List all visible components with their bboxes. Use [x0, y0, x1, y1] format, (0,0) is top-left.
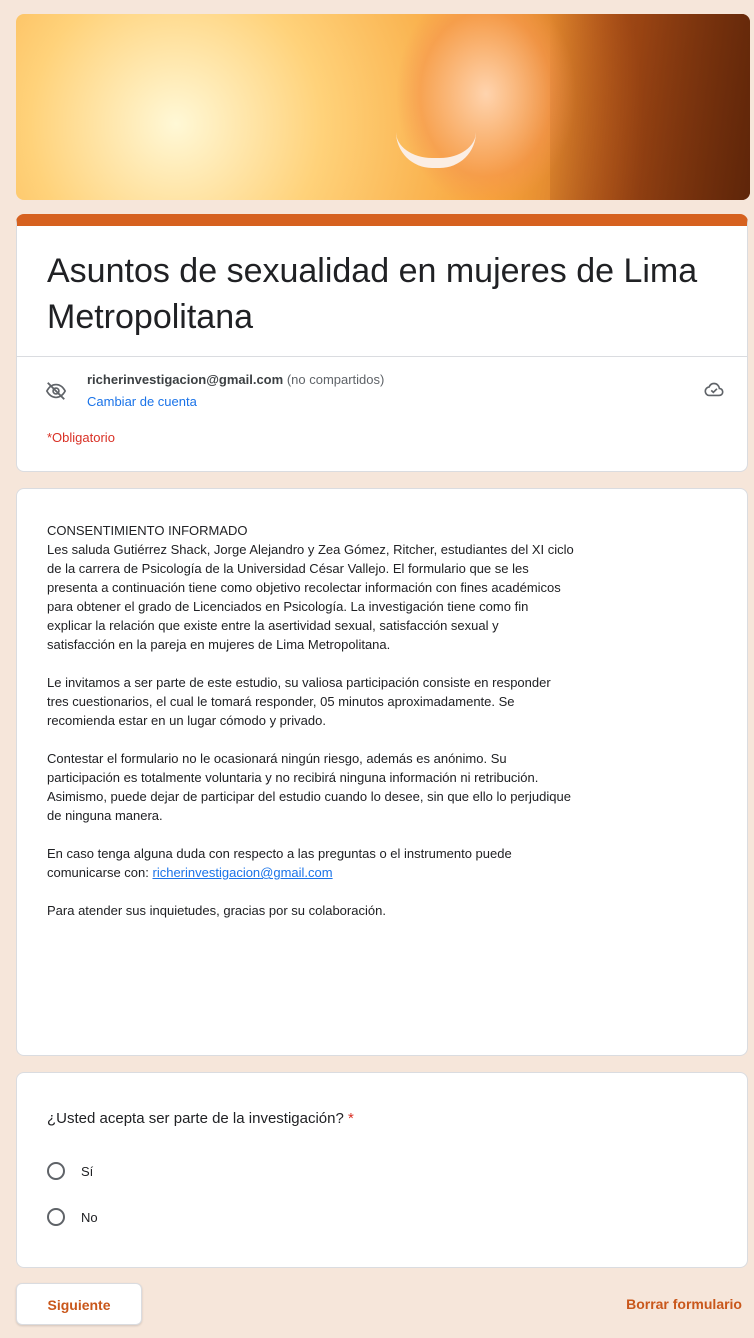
next-button[interactable]: Siguiente — [16, 1283, 142, 1325]
banner-smile — [396, 132, 476, 168]
account-email-line: richerinvestigacion@gmail.com (no compar… — [87, 372, 384, 387]
account-note: (no compartidos) — [286, 372, 385, 387]
option-si[interactable]: Sí — [47, 1162, 93, 1180]
switch-account-link[interactable]: Cambiar de cuenta — [87, 394, 197, 409]
required-note: *Obligatorio — [47, 430, 115, 445]
contact-email-link[interactable]: richerinvestigacion@gmail.com — [153, 865, 333, 880]
cloud-save-icon — [704, 382, 724, 397]
consent-paragraph-risk: Contestar el formulario no le ocasionará… — [47, 751, 571, 823]
clear-form-button[interactable]: Borrar formulario — [626, 1296, 742, 1312]
account-email: richerinvestigacion@gmail.com — [87, 372, 284, 387]
consent-question-card: ¿Usted acepta ser parte de la investigac… — [16, 1072, 748, 1268]
option-label: No — [81, 1209, 98, 1225]
form-title: Asuntos de sexualidad en mujeres de Lima… — [47, 252, 698, 336]
option-no[interactable]: No — [47, 1208, 98, 1226]
question-label: ¿Usted acepta ser parte de la investigac… — [47, 1110, 354, 1127]
option-label: Sí — [81, 1163, 94, 1179]
radio-icon[interactable] — [47, 1208, 65, 1226]
radio-icon[interactable] — [47, 1162, 65, 1180]
form-header-card: Asuntos de sexualidad en mujeres de Lima… — [16, 214, 748, 472]
header-banner-image — [16, 14, 750, 200]
consent-text: CONSENTIMIENTO INFORMADO Les saluda Guti… — [47, 521, 737, 939]
consent-heading: CONSENTIMIENTO INFORMADO — [47, 523, 248, 538]
consent-info-card: CONSENTIMIENTO INFORMADO Les saluda Guti… — [16, 488, 748, 1056]
question-text: ¿Usted acepta ser parte de la investigac… — [47, 1110, 344, 1127]
header-divider — [17, 356, 747, 357]
required-asterisk: * — [348, 1110, 354, 1127]
consent-paragraph-invitation: Le invitamos a ser parte de este estudio… — [47, 675, 551, 728]
banner-hair-shade — [550, 14, 750, 200]
consent-paragraph-contact: En caso tenga alguna duda con respecto a… — [47, 844, 737, 882]
consent-paragraph-intro: Les saluda Gutiérrez Shack, Jorge Alejan… — [47, 542, 574, 652]
consent-paragraph-thanks: Para atender sus inquietudes, gracias po… — [47, 903, 386, 918]
eye-off-icon — [45, 382, 67, 400]
